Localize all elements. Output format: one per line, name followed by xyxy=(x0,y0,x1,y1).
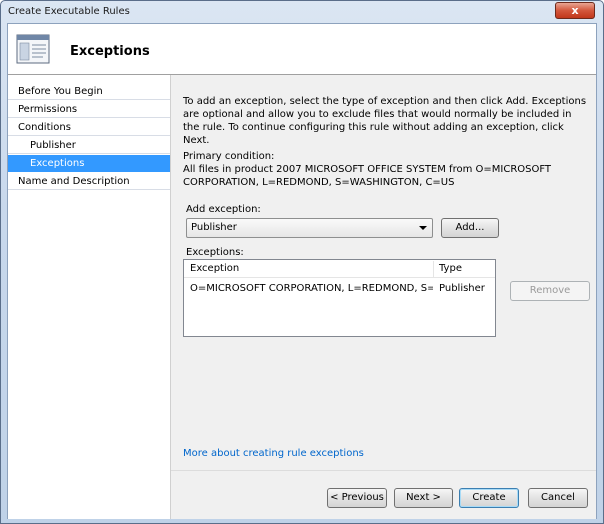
wizard-nav: Before You Begin Permissions Conditions … xyxy=(8,75,170,519)
exceptions-list[interactable]: Exception Type O=MICROSOFT CORPORATION, … xyxy=(183,259,496,337)
column-header-type[interactable]: Type xyxy=(433,260,462,278)
wizard-header: Exceptions xyxy=(8,24,596,74)
rules-wizard-icon xyxy=(16,34,50,64)
create-button[interactable]: Create xyxy=(459,488,519,508)
primary-condition-value: All files in product 2007 MICROSOFT OFFI… xyxy=(183,164,552,188)
more-about-exceptions-link[interactable]: More about creating rule exceptions xyxy=(183,448,364,459)
nav-item-publisher[interactable]: Publisher xyxy=(8,137,170,154)
wizard-window: Create Executable Rules x Exceptions Bef… xyxy=(0,0,604,524)
exception-cell: O=MICROSOFT CORPORATION, L=REDMOND, S=WA… xyxy=(190,283,433,294)
title-bar[interactable]: Create Executable Rules x xyxy=(1,1,603,23)
cancel-button[interactable]: Cancel xyxy=(528,488,588,508)
window-title: Create Executable Rules xyxy=(8,6,130,17)
previous-button[interactable]: < Previous xyxy=(327,488,387,508)
next-button[interactable]: Next > xyxy=(394,488,453,508)
exception-type-value: Publisher xyxy=(191,222,237,233)
wizard-content: To add an exception, select the type of … xyxy=(170,75,596,519)
nav-item-conditions[interactable]: Conditions xyxy=(8,119,170,136)
primary-condition-label: Primary condition: xyxy=(183,151,275,162)
add-exception-label: Add exception: xyxy=(186,204,261,215)
nav-item-exceptions[interactable]: Exceptions xyxy=(8,155,170,172)
close-icon: x xyxy=(571,4,579,17)
chevron-down-icon xyxy=(419,226,427,230)
nav-item-permissions[interactable]: Permissions xyxy=(8,101,170,118)
column-header-exception[interactable]: Exception xyxy=(184,260,239,278)
add-button[interactable]: Add... xyxy=(441,218,499,238)
nav-item-before-you-begin[interactable]: Before You Begin xyxy=(8,83,170,100)
page-description: To add an exception, select the type of … xyxy=(183,96,587,146)
exceptions-list-header: Exception Type xyxy=(184,260,495,278)
exceptions-label: Exceptions: xyxy=(186,247,244,258)
type-cell: Publisher xyxy=(439,283,485,294)
nav-item-name-and-description[interactable]: Name and Description xyxy=(8,173,170,190)
table-row[interactable]: O=MICROSOFT CORPORATION, L=REDMOND, S=WA… xyxy=(184,280,495,297)
remove-button[interactable]: Remove xyxy=(510,281,590,301)
page-title: Exceptions xyxy=(70,44,150,59)
close-button[interactable]: x xyxy=(555,2,595,19)
dialog-client-area: Exceptions Before You Begin Permissions … xyxy=(7,23,597,519)
footer-divider xyxy=(171,470,596,471)
exception-type-select[interactable]: Publisher xyxy=(186,218,433,238)
